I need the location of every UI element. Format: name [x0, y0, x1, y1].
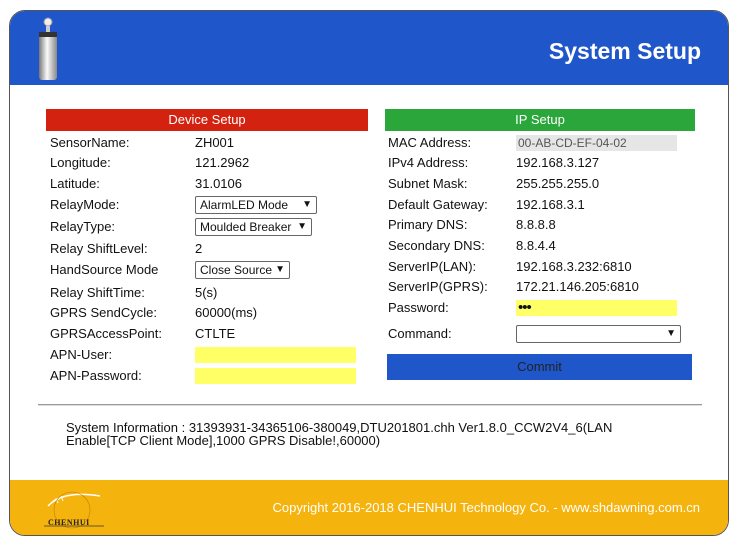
- password-input[interactable]: •••: [516, 300, 677, 316]
- primary-dns-label: Primary DNS:: [388, 217, 468, 232]
- command-row: Command: ▼: [388, 324, 698, 344]
- copyright-text: Copyright 2016-2018 CHENHUI Technology C…: [272, 500, 700, 515]
- apn-password-row: APN-Password:: [50, 366, 370, 386]
- primary-dns-value: 8.8.8.8: [516, 217, 556, 232]
- command-label: Command:: [388, 326, 452, 341]
- apn-user-input[interactable]: [195, 347, 356, 363]
- relay-mode-selected: AlarmLED Mode: [200, 198, 289, 212]
- relay-shift-level-label: Relay ShiftLevel:: [50, 241, 148, 256]
- server-ip-lan-label: ServerIP(LAN):: [388, 259, 477, 274]
- default-gateway-row: Default Gateway: 192.168.3.1: [388, 195, 698, 215]
- ipv4-address-value: 192.168.3.127: [516, 155, 600, 170]
- section-divider: [38, 404, 702, 405]
- server-ip-gprs-row: ServerIP(GPRS): 172.21.146.205:6810: [388, 277, 698, 297]
- relay-shift-level-row: Relay ShiftLevel: 2: [50, 239, 370, 259]
- relay-mode-label: RelayMode:: [50, 197, 120, 212]
- ipv4-address-label: IPv4 Address:: [388, 155, 469, 170]
- command-select[interactable]: ▼: [516, 325, 681, 343]
- sensor-name-value: ZH001: [195, 135, 235, 150]
- relay-type-selected: Moulded Breaker: [200, 220, 292, 234]
- gprs-send-cycle-row: GPRS SendCycle: 60000(ms): [50, 303, 370, 323]
- longitude-row: Longitude: 121.2962: [50, 153, 370, 173]
- ipv4-address-row: IPv4 Address: 192.168.3.127: [388, 153, 698, 173]
- password-label: Password:: [388, 300, 449, 315]
- sensor-name-label: SensorName:: [50, 135, 130, 150]
- default-gateway-label: Default Gateway:: [388, 197, 488, 212]
- secondary-dns-row: Secondary DNS: 8.8.4.4: [388, 236, 698, 256]
- subnet-mask-value: 255.255.255.0: [516, 176, 600, 191]
- relay-type-label: RelayType:: [50, 219, 116, 234]
- gprs-access-point-label: GPRSAccessPoint:: [50, 326, 162, 341]
- relay-shift-level-value: 2: [195, 241, 203, 256]
- dropdown-arrow-icon: ▼: [302, 199, 312, 210]
- hand-source-mode-row: HandSource Mode Close Source ▼: [50, 260, 370, 280]
- password-row: Password: •••: [388, 298, 698, 318]
- secondary-dns-value: 8.8.4.4: [516, 238, 556, 253]
- default-gateway-value: 192.168.3.1: [516, 197, 585, 212]
- relay-mode-select[interactable]: AlarmLED Mode ▼: [195, 196, 317, 214]
- mac-address-field: 00-AB-CD-EF-04-02: [516, 135, 677, 151]
- secondary-dns-label: Secondary DNS:: [388, 238, 485, 253]
- gprs-send-cycle-value: 60000(ms): [195, 305, 258, 320]
- server-ip-lan-row: ServerIP(LAN): 192.168.3.232:6810: [388, 257, 698, 277]
- relay-shift-time-label: Relay ShiftTime:: [50, 285, 145, 300]
- server-ip-lan-value: 192.168.3.232:6810: [516, 259, 632, 274]
- page-frame: System Setup Device Setup SensorName: ZH…: [9, 10, 729, 536]
- relay-shift-time-row: Relay ShiftTime: 5(s): [50, 283, 370, 303]
- apn-user-row: APN-User:: [50, 345, 370, 365]
- sensor-name-row: SensorName: ZH001: [50, 133, 370, 153]
- hand-source-mode-selected: Close Source: [200, 263, 273, 277]
- dropdown-arrow-icon: ▼: [275, 264, 285, 275]
- apn-password-input[interactable]: [195, 368, 356, 384]
- dropdown-arrow-icon: ▼: [297, 221, 307, 232]
- gprs-send-cycle-label: GPRS SendCycle:: [50, 305, 157, 320]
- apn-user-label: APN-User:: [50, 347, 113, 362]
- primary-dns-row: Primary DNS: 8.8.8.8: [388, 215, 698, 235]
- server-ip-gprs-label: ServerIP(GPRS):: [388, 279, 488, 294]
- system-info-line-2: Enable[TCP Client Mode],1000 GPRS Disabl…: [66, 433, 381, 448]
- logo-text: CHENHUI: [48, 518, 90, 527]
- relay-mode-row: RelayMode: AlarmLED Mode ▼: [50, 195, 370, 215]
- relay-shift-time-value: 5(s): [195, 285, 218, 300]
- dropdown-arrow-icon: ▼: [666, 328, 676, 339]
- commit-button[interactable]: Commit: [387, 354, 692, 380]
- system-information: System Information : 31393931-34365106-3…: [66, 421, 686, 447]
- sensor-device-icon: [39, 17, 57, 80]
- server-ip-gprs-value: 172.21.146.205:6810: [516, 279, 639, 294]
- page-title: System Setup: [548, 38, 701, 64]
- latitude-row: Latitude: 31.0106: [50, 174, 370, 194]
- gprs-access-point-row: GPRSAccessPoint: CTLTE: [50, 324, 370, 344]
- hand-source-mode-label: HandSource Mode: [50, 262, 159, 277]
- latitude-label: Latitude:: [50, 176, 100, 191]
- mac-address-row: MAC Address: 00-AB-CD-EF-04-02: [388, 133, 698, 153]
- footer-bar: CHENHUI Copyright 2016-2018 CHENHUI Tech…: [10, 480, 728, 535]
- relay-type-select[interactable]: Moulded Breaker ▼: [195, 218, 312, 236]
- ip-setup-heading: IP Setup: [385, 109, 695, 131]
- subnet-mask-row: Subnet Mask: 255.255.255.0: [388, 174, 698, 194]
- longitude-value: 121.2962: [195, 155, 250, 170]
- hand-source-mode-select[interactable]: Close Source ▼: [195, 261, 290, 279]
- latitude-value: 31.0106: [195, 176, 242, 191]
- subnet-mask-label: Subnet Mask:: [388, 176, 468, 191]
- header-bar: System Setup: [10, 11, 728, 85]
- gprs-access-point-value: CTLTE: [195, 326, 236, 341]
- device-setup-heading: Device Setup: [46, 109, 368, 131]
- mac-address-label: MAC Address:: [388, 135, 472, 150]
- apn-password-label: APN-Password:: [50, 368, 142, 383]
- relay-type-row: RelayType: Moulded Breaker ▼: [50, 217, 370, 237]
- longitude-label: Longitude:: [50, 155, 111, 170]
